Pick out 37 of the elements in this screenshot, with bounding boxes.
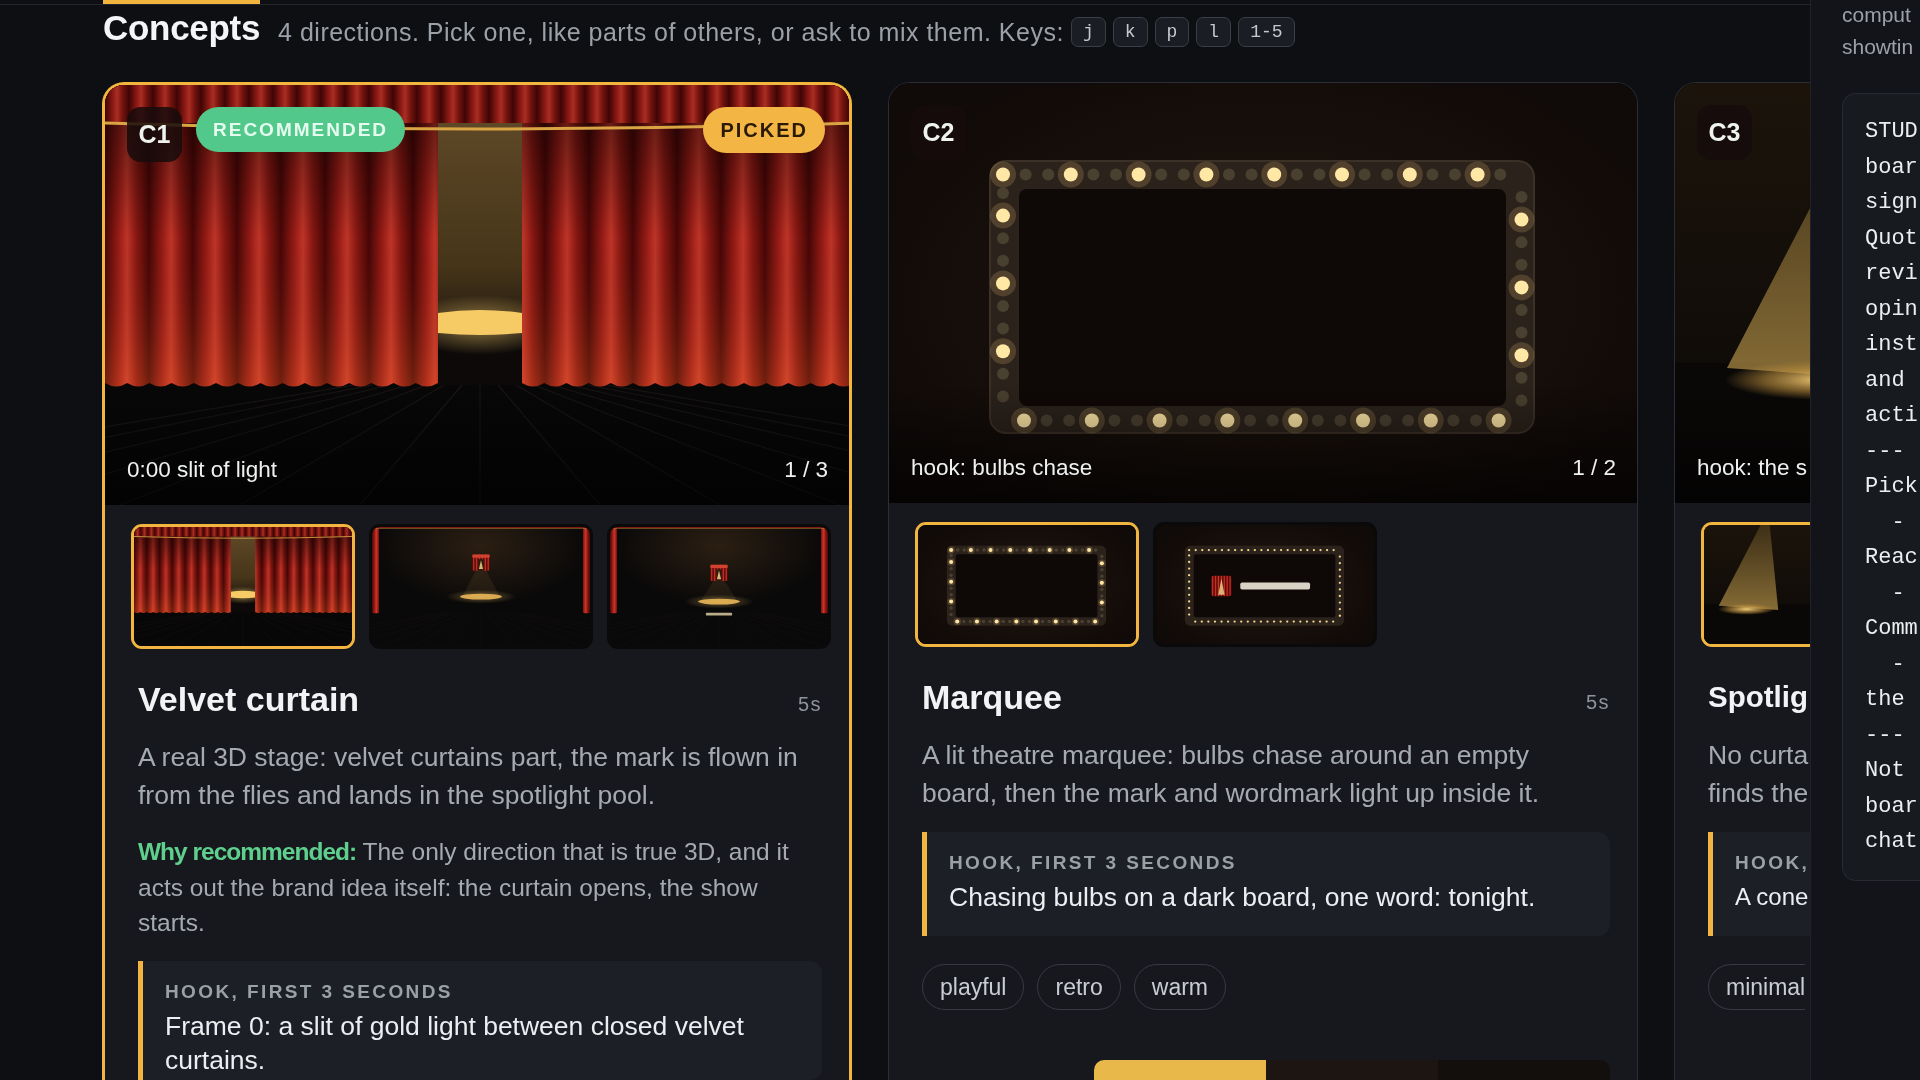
concept-description: A lit theatre marquee: bulbs chase around an empty board, then the mark and wordmark light up inside it. — [922, 739, 1541, 810]
recommended-badge: RECOMMENDED — [196, 107, 406, 152]
concept-card[interactable] — [102, 82, 852, 1080]
preview-caption: 0:00 slit of light — [127, 457, 278, 483]
keyboard-key: 1-5 — [1238, 17, 1295, 47]
keyboard-key: p — [1154, 17, 1190, 47]
hook-label: HOOK, — [1735, 851, 1810, 875]
preview-caption: hook: bulbs chase — [911, 455, 1093, 481]
concept-id-badge: C2 — [911, 105, 966, 160]
frame-counter: 1 / 3 — [784, 457, 828, 483]
keyboard-key: l — [1196, 17, 1232, 47]
duration-label: 5s — [797, 693, 822, 716]
concept-description: No curta finds the — [1708, 739, 1810, 810]
hook-text: A cone — [1735, 882, 1810, 912]
concept-title: Velvet curtain — [138, 679, 360, 720]
keyboard-key: k — [1112, 17, 1148, 47]
concept-card[interactable] — [888, 82, 1638, 1080]
hook-text: Frame 0: a slit of gold light between closed velvet curtains. — [165, 1009, 745, 1077]
keyboard-key: j — [1070, 17, 1106, 47]
preview-caption: hook: the s — [1697, 455, 1808, 481]
concept-title: Marquee — [922, 677, 1062, 718]
hook-label: HOOK, FIRST 3 SECONDS — [949, 851, 1238, 875]
hook-label: HOOK, FIRST 3 SECONDS — [165, 979, 454, 1004]
code-block: STUD boar sign Quot revi opin inst and acti --- Pick - Reac - Comm - the --- Not boar chat — [1842, 93, 1920, 881]
frame-counter: 1 / 2 — [1572, 455, 1616, 481]
page-subtitle: 4 directions. Pick one, like parts of others, or ask to mix them. Keys: — [278, 17, 1064, 47]
concept-id-badge: C1 — [127, 107, 182, 162]
recommendation-note: Why recommended: The only direction that is true 3D, and it acts out the brand idea itself: the curtain opens, the show starts. — [138, 837, 790, 938]
concept-title: Spotlig — [1708, 679, 1808, 715]
panel-text: comput showtin — [1842, 2, 1915, 60]
concept-id-badge: C3 — [1697, 105, 1752, 160]
concept-card[interactable]: C3 hook: the s Spotlig No curta finds the HOOK, A cone minimal — [1674, 82, 1810, 1080]
hook-text: Chasing bulbs on a dark board, one word: tonight. — [949, 881, 1537, 914]
page-title: Concepts — [103, 8, 261, 48]
duration-label: 5s — [1585, 691, 1610, 714]
picked-badge: PICKED — [703, 107, 825, 153]
concept-description: A real 3D stage: velvet curtains part, the mark is flown in from the flies and lands in the spotlight pool. — [138, 741, 799, 812]
